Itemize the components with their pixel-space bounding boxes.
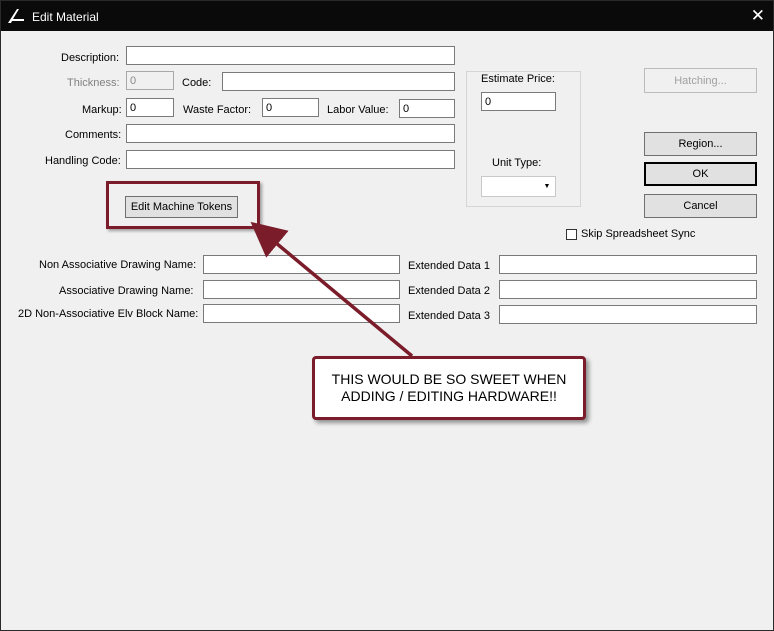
non-assoc-drawing-label: Non Associative Drawing Name: bbox=[39, 259, 197, 271]
unit-type-label: Unit Type: bbox=[492, 157, 542, 169]
markup-label: Markup: bbox=[82, 104, 122, 116]
extended-data-3-label: Extended Data 3 bbox=[408, 310, 490, 322]
annotation-line-2: ADDING / EDITING HARDWARE!! bbox=[341, 388, 557, 404]
skip-spreadsheet-sync-label: Skip Spreadsheet Sync bbox=[581, 228, 696, 240]
skip-spreadsheet-sync-checkbox[interactable] bbox=[566, 229, 577, 240]
app-logo-icon bbox=[8, 9, 24, 23]
title-bar[interactable]: Edit Material ✕ bbox=[1, 1, 773, 31]
waste-factor-label: Waste Factor: bbox=[183, 104, 252, 116]
handling-code-label: Handling Code: bbox=[45, 155, 121, 167]
description-field[interactable] bbox=[126, 46, 455, 65]
markup-field[interactable] bbox=[126, 98, 174, 117]
block-2d-label: 2D Non-Associative Elv Block Name: bbox=[18, 308, 199, 320]
extended-data-2-label: Extended Data 2 bbox=[408, 285, 490, 297]
block-2d-field[interactable] bbox=[203, 304, 400, 323]
comments-label: Comments: bbox=[65, 129, 122, 141]
edit-material-dialog: Edit Material ✕ Description: Thickness: … bbox=[0, 0, 774, 631]
labor-value-label: Labor Value: bbox=[327, 104, 389, 116]
extended-data-1-field[interactable] bbox=[499, 255, 757, 274]
unit-type-select[interactable]: ▼ bbox=[481, 176, 556, 197]
annotation-highlight-box bbox=[106, 181, 260, 229]
waste-factor-field[interactable] bbox=[262, 98, 319, 117]
description-label: Description: bbox=[61, 52, 120, 64]
estimate-price-label: Estimate Price: bbox=[481, 73, 555, 85]
hatching-button: Hatching... bbox=[644, 68, 757, 93]
extended-data-3-field[interactable] bbox=[499, 305, 757, 324]
comments-field[interactable] bbox=[126, 124, 455, 143]
close-icon[interactable]: ✕ bbox=[751, 6, 765, 26]
assoc-drawing-label: Associative Drawing Name: bbox=[59, 285, 194, 297]
thickness-field bbox=[126, 71, 174, 90]
estimate-price-field[interactable] bbox=[481, 92, 556, 111]
annotation-line-1: THIS WOULD BE SO SWEET WHEN bbox=[331, 371, 567, 387]
code-field[interactable] bbox=[222, 72, 455, 91]
labor-value-field[interactable] bbox=[399, 99, 455, 118]
ok-button[interactable]: OK bbox=[644, 162, 757, 186]
non-assoc-drawing-field[interactable] bbox=[203, 255, 400, 274]
extended-data-1-label: Extended Data 1 bbox=[408, 260, 490, 272]
code-label: Code: bbox=[182, 77, 212, 89]
region-button[interactable]: Region... bbox=[644, 132, 757, 156]
annotation-callout: THIS WOULD BE SO SWEET WHEN ADDING / EDI… bbox=[312, 356, 586, 420]
thickness-label: Thickness: bbox=[67, 77, 120, 89]
cancel-button[interactable]: Cancel bbox=[644, 194, 757, 218]
window-title: Edit Material bbox=[32, 10, 99, 24]
chevron-down-icon[interactable]: ▼ bbox=[539, 177, 555, 196]
extended-data-2-field[interactable] bbox=[499, 280, 757, 299]
assoc-drawing-field[interactable] bbox=[203, 280, 400, 299]
dialog-body: Description: Thickness: Code: Markup: Wa… bbox=[4, 31, 770, 627]
handling-code-field[interactable] bbox=[126, 150, 455, 169]
